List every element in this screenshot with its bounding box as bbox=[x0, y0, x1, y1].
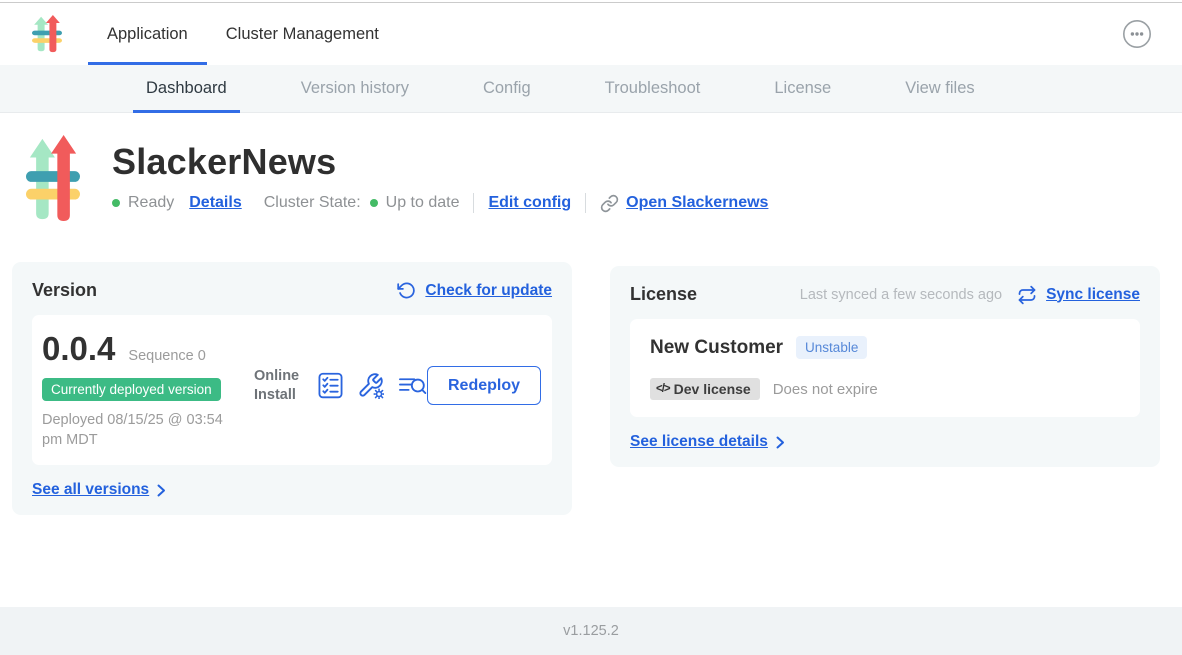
more-menu-button[interactable] bbox=[1122, 19, 1152, 49]
dashboard-cards: Version Check for update 0.0.4 Sequence bbox=[12, 262, 1160, 515]
app-status-text: Ready bbox=[128, 194, 174, 212]
version-card: Version Check for update 0.0.4 Sequence bbox=[12, 262, 572, 515]
redeploy-button[interactable]: Redeploy bbox=[427, 366, 541, 405]
check-for-update-link[interactable]: Check for update bbox=[425, 282, 552, 300]
cluster-state-dot bbox=[370, 199, 378, 207]
preflight-checks-button[interactable] bbox=[318, 372, 343, 399]
console-footer: v1.125.2 bbox=[0, 607, 1182, 655]
tab-application-label: Application bbox=[107, 25, 188, 44]
view-logs-icon bbox=[398, 374, 427, 398]
version-card-title: Version bbox=[32, 280, 97, 301]
channel-badge: Unstable bbox=[796, 336, 867, 359]
see-all-versions-link[interactable]: See all versions bbox=[32, 481, 149, 499]
license-type-label: Dev license bbox=[674, 381, 751, 397]
subnav-item-dashboard[interactable]: Dashboard bbox=[133, 65, 240, 112]
tab-application[interactable]: Application bbox=[88, 3, 207, 65]
see-license-details-link[interactable]: See license details bbox=[630, 433, 768, 451]
last-synced-text: Last synced a few seconds ago bbox=[800, 287, 1002, 303]
top-nav-tabs: Application Cluster Management bbox=[88, 3, 398, 65]
details-link[interactable]: Details bbox=[189, 194, 241, 212]
chevron-right-icon bbox=[776, 436, 785, 449]
edit-config-link[interactable]: Edit config bbox=[488, 194, 571, 212]
sync-license-link[interactable]: Sync license bbox=[1046, 286, 1140, 304]
subnav-item-config[interactable]: Config bbox=[470, 65, 544, 112]
subnav-license-label: License bbox=[774, 79, 831, 98]
divider bbox=[585, 193, 586, 213]
app-status-dot bbox=[112, 199, 120, 207]
license-card-title: License bbox=[630, 284, 697, 305]
ellipsis-icon bbox=[1122, 19, 1152, 49]
subnav-troubleshoot-label: Troubleshoot bbox=[605, 79, 701, 98]
deployed-status-badge: Currently deployed version bbox=[42, 378, 221, 401]
subnav-item-view-files[interactable]: View files bbox=[892, 65, 987, 112]
chevron-right-icon bbox=[157, 484, 166, 497]
subnav-dashboard-label: Dashboard bbox=[146, 79, 227, 98]
config-wrench-icon bbox=[357, 372, 384, 399]
license-expiry-text: Does not expire bbox=[773, 381, 878, 398]
deployed-timestamp: Deployed 08/15/25 @ 03:54 pm MDT bbox=[42, 410, 242, 450]
cluster-state-label: Cluster State: bbox=[264, 194, 361, 212]
cluster-state-text: Up to date bbox=[386, 194, 460, 212]
customer-name: New Customer bbox=[650, 337, 783, 359]
subnav-view-files-label: View files bbox=[905, 79, 974, 98]
app-logo-icon bbox=[26, 135, 80, 228]
sync-arrows-icon bbox=[1017, 285, 1037, 305]
subnav-config-label: Config bbox=[483, 79, 531, 98]
subnav-item-version-history[interactable]: Version history bbox=[288, 65, 422, 112]
divider bbox=[473, 193, 474, 213]
brand-logo-icon bbox=[32, 15, 62, 53]
app-subnav: Dashboard Version history Config Trouble… bbox=[0, 65, 1182, 113]
view-logs-button[interactable] bbox=[398, 374, 427, 398]
subnav-item-troubleshoot[interactable]: Troubleshoot bbox=[592, 65, 714, 112]
version-number: 0.0.4 bbox=[42, 332, 115, 365]
tab-cluster-management-label: Cluster Management bbox=[226, 25, 379, 44]
top-nav: Application Cluster Management bbox=[0, 3, 1182, 65]
install-type-label: Online Install bbox=[254, 367, 308, 403]
version-sequence: Sequence 0 bbox=[128, 348, 205, 364]
refresh-icon bbox=[397, 281, 416, 300]
console-version-text: v1.125.2 bbox=[563, 623, 619, 639]
preflight-checks-icon bbox=[318, 372, 343, 399]
license-panel: New Customer Unstable </> Dev license Do… bbox=[630, 319, 1140, 417]
admin-console-page: Application Cluster Management Dashboard… bbox=[0, 0, 1182, 655]
dashboard-main: SlackerNews Ready Details Cluster State:… bbox=[0, 113, 1182, 607]
current-version-panel: 0.0.4 Sequence 0 Currently deployed vers… bbox=[32, 315, 552, 465]
link-icon bbox=[600, 194, 619, 213]
app-header: SlackerNews Ready Details Cluster State:… bbox=[0, 113, 1182, 228]
open-app-link[interactable]: Open Slackernews bbox=[626, 194, 768, 212]
subnav-version-history-label: Version history bbox=[301, 79, 409, 98]
app-status-row: Ready Details Cluster State: Up to date … bbox=[112, 193, 768, 213]
page-title: SlackerNews bbox=[112, 143, 768, 181]
tab-cluster-management[interactable]: Cluster Management bbox=[207, 3, 398, 65]
license-card: License Last synced a few seconds ago Sy… bbox=[610, 266, 1160, 467]
code-icon: </> bbox=[656, 383, 670, 395]
license-type-tag: </> Dev license bbox=[650, 378, 760, 400]
subnav-item-license[interactable]: License bbox=[761, 65, 844, 112]
edit-config-button[interactable] bbox=[357, 372, 384, 399]
